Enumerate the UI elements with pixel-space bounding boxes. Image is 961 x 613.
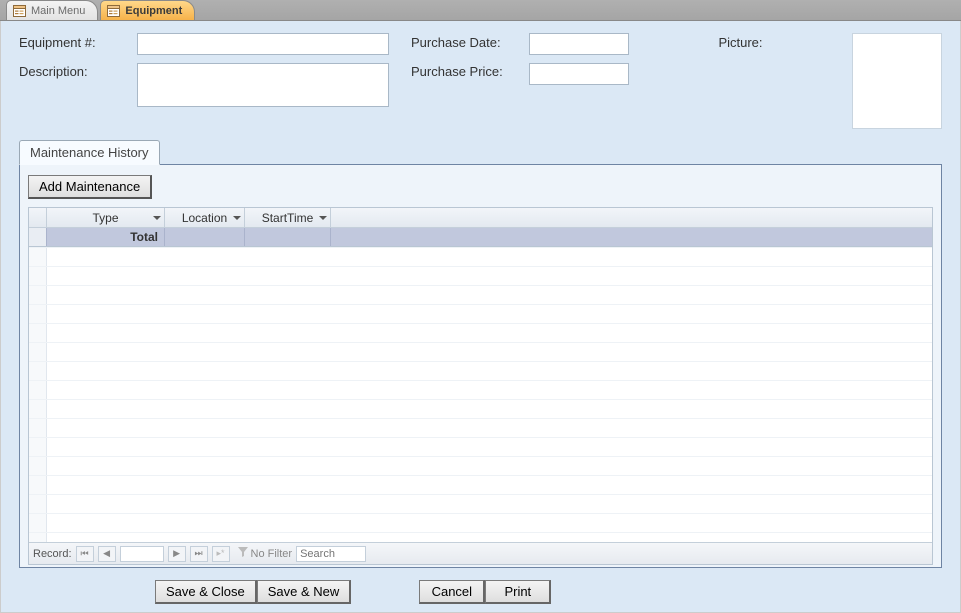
column-header-type-label: Type xyxy=(92,211,118,225)
filter-indicator[interactable]: No Filter xyxy=(238,547,293,560)
print-button[interactable]: Print xyxy=(485,580,551,604)
column-header-location-label: Location xyxy=(182,211,227,225)
equipment-no-input[interactable] xyxy=(137,33,389,55)
search-input[interactable] xyxy=(296,546,366,562)
tab-equipment-label: Equipment xyxy=(125,5,182,17)
picture-label: Picture: xyxy=(718,35,762,50)
chevron-down-icon xyxy=(153,216,161,220)
save-new-label: Save & New xyxy=(268,584,340,599)
maintenance-subform: Add Maintenance Type Location StartTime xyxy=(19,164,942,568)
purchase-price-label: Purchase Price: xyxy=(411,64,519,79)
chevron-down-icon xyxy=(319,216,327,220)
datasheet-body[interactable]: Total xyxy=(29,228,932,542)
add-maintenance-button[interactable]: Add Maintenance xyxy=(28,175,152,199)
save-close-label: Save & Close xyxy=(166,584,245,599)
no-filter-label: No Filter xyxy=(251,548,293,560)
tab-main-menu-label: Main Menu xyxy=(31,5,85,17)
form-icon xyxy=(13,5,26,17)
document-tab-bar: Main Menu Equipment xyxy=(0,0,961,21)
column-header-starttime[interactable]: StartTime xyxy=(245,208,331,227)
nav-last-button[interactable]: ⏭ xyxy=(190,546,208,562)
form-icon xyxy=(107,5,120,17)
select-all-cell[interactable] xyxy=(29,208,47,227)
tab-main-menu[interactable]: Main Menu xyxy=(6,0,98,20)
column-header-type[interactable]: Type xyxy=(47,208,165,227)
purchase-date-label: Purchase Date: xyxy=(411,35,519,50)
funnel-icon xyxy=(238,547,248,560)
column-header-location[interactable]: Location xyxy=(165,208,245,227)
nav-prev-button[interactable]: ◀ xyxy=(98,546,116,562)
form-header: Equipment #: Description: Purchase Date:… xyxy=(0,21,961,574)
tab-equipment[interactable]: Equipment xyxy=(100,0,195,20)
tab-maintenance-history-label: Maintenance History xyxy=(30,145,149,160)
purchase-price-input[interactable] xyxy=(529,63,629,85)
nav-first-button[interactable]: ⏮ xyxy=(76,546,94,562)
chevron-down-icon xyxy=(233,216,241,220)
record-label: Record: xyxy=(33,548,72,560)
total-row: Total xyxy=(29,228,932,247)
maintenance-datasheet: Type Location StartTime xyxy=(28,207,933,565)
cancel-label: Cancel xyxy=(432,584,472,599)
save-close-button[interactable]: Save & Close xyxy=(155,580,257,604)
print-label: Print xyxy=(504,584,531,599)
total-label: Total xyxy=(47,228,165,246)
save-new-button[interactable]: Save & New xyxy=(257,580,352,604)
form-footer: Save & Close Save & New Cancel Print xyxy=(0,574,961,613)
tab-maintenance-history[interactable]: Maintenance History xyxy=(19,140,160,165)
equipment-no-label: Equipment #: xyxy=(19,35,127,50)
datasheet-header: Type Location StartTime xyxy=(29,208,932,228)
picture-box[interactable] xyxy=(852,33,942,129)
add-maintenance-label: Add Maintenance xyxy=(39,179,140,194)
record-navigator: Record: ⏮ ◀ ▶ ⏭ ▸* No Filter xyxy=(29,542,932,564)
description-input[interactable] xyxy=(137,63,389,107)
purchase-date-input[interactable] xyxy=(529,33,629,55)
description-label: Description: xyxy=(19,64,127,79)
cancel-button[interactable]: Cancel xyxy=(419,580,485,604)
record-number-input[interactable] xyxy=(120,546,164,562)
column-header-starttime-label: StartTime xyxy=(262,211,314,225)
nav-new-button[interactable]: ▸* xyxy=(212,546,230,562)
nav-next-button[interactable]: ▶ xyxy=(168,546,186,562)
